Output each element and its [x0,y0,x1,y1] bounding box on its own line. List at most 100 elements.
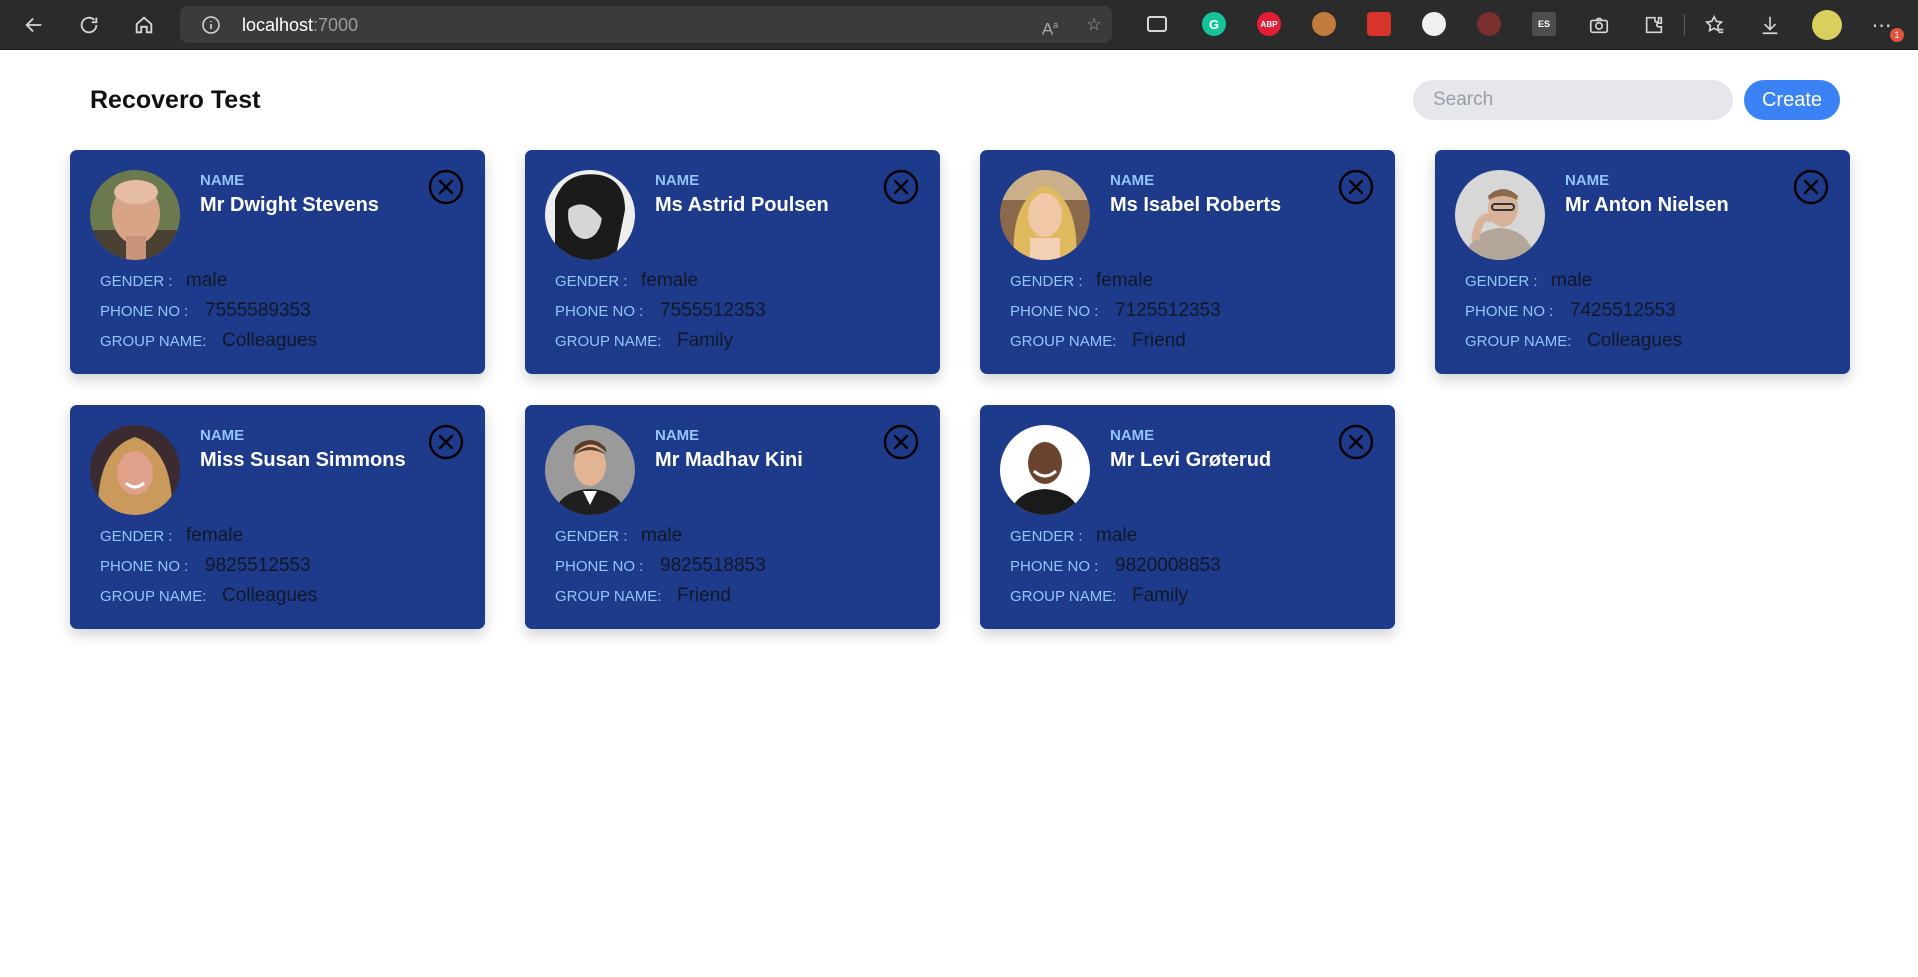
name-label: NAME [1565,172,1610,189]
search-input[interactable] [1413,80,1733,120]
name-label: NAME [200,172,245,189]
browser-toolbar: localhost:7000 Aa ☆ G ABP ES ⋯ 1 [0,0,1918,50]
gender-label: GENDER : [100,528,173,545]
address-bar[interactable]: localhost:7000 Aa ☆ [180,6,1112,43]
name-label: NAME [655,427,700,444]
phone-value: 9825518853 [660,555,766,576]
contact-name: Mr Madhav Kini [655,449,803,471]
phone-value: 7125512353 [1115,300,1221,321]
delete-contact-button[interactable] [428,169,464,205]
phone-label: PHONE NO : [555,303,644,320]
close-circle-icon[interactable] [428,424,464,460]
phone-label: PHONE NO : [100,303,189,320]
group-label: GROUP NAME: [1465,333,1572,350]
close-circle-icon[interactable] [1338,424,1374,460]
home-icon[interactable] [128,9,160,41]
downloads-icon[interactable] [1754,9,1786,41]
contact-card: NAME Mr Levi Grøterud GENDER : male PHON… [980,405,1395,629]
gender-value: female [1096,270,1154,291]
info-icon[interactable] [201,15,221,35]
phone-label: PHONE NO : [1010,303,1099,320]
profile-avatar[interactable] [1812,10,1842,40]
dark-reader-icon[interactable] [1422,12,1446,36]
delete-contact-button[interactable] [883,424,919,460]
avatar [1455,170,1545,260]
toolbar-divider [1684,14,1685,36]
adblock-plus-icon[interactable]: ABP [1257,12,1281,36]
phone-value: 9825512553 [205,555,311,576]
group-label: GROUP NAME: [555,588,662,605]
close-circle-icon[interactable] [1338,169,1374,205]
gender-value: female [641,270,699,291]
gender-value: male [641,525,683,546]
gender-label: GENDER : [100,273,173,290]
create-button[interactable]: Create [1744,80,1840,120]
avatar [90,170,180,260]
gender-label: GENDER : [1010,273,1083,290]
extensions-icon[interactable] [1638,9,1670,41]
delete-contact-button[interactable] [1338,169,1374,205]
contact-name: Ms Astrid Poulsen [655,194,829,216]
contact-name: Mr Anton Nielsen [1565,194,1729,216]
phone-label: PHONE NO : [1010,558,1099,575]
group-label: GROUP NAME: [100,588,207,605]
group-label: GROUP NAME: [1010,333,1117,350]
name-label: NAME [1110,427,1155,444]
gender-label: GENDER : [1465,273,1538,290]
group-value: Colleagues [222,585,318,606]
close-circle-icon[interactable] [428,169,464,205]
contact-card: NAME Miss Susan Simmons GENDER : female … [70,405,485,629]
read-aloud-icon[interactable]: Aa [1038,13,1062,39]
refresh-icon[interactable] [73,9,105,41]
contact-card: NAME Mr Anton Nielsen GENDER : male PHON… [1435,150,1850,374]
paint-extension-icon[interactable] [1367,12,1391,36]
delete-contact-button[interactable] [1338,424,1374,460]
phone-label: PHONE NO : [1465,303,1554,320]
phone-label: PHONE NO : [100,558,189,575]
phone-value: 9820008853 [1115,555,1221,576]
avatar [1000,425,1090,515]
es-extension-icon[interactable]: ES [1532,12,1556,36]
camera-icon[interactable] [1583,9,1615,41]
name-label: NAME [655,172,700,189]
contact-card: NAME Ms Isabel Roberts GENDER : female P… [980,150,1395,374]
split-screen-icon[interactable] [1147,16,1167,32]
gender-value: male [1096,525,1138,546]
gender-label: GENDER : [555,273,628,290]
phone-value: 7425512553 [1570,300,1676,321]
gender-value: female [186,525,244,546]
notification-badge: 1 [1890,28,1904,42]
group-value: Colleagues [222,330,318,351]
delete-contact-button[interactable] [1793,169,1829,205]
contact-name: Mr Dwight Stevens [200,194,379,216]
add-favorite-icon[interactable]: ☆ [1082,13,1106,37]
avatar [545,170,635,260]
contact-card: NAME Ms Astrid Poulsen GENDER : female P… [525,150,940,374]
favorites-icon[interactable] [1699,9,1731,41]
close-circle-icon[interactable] [1793,169,1829,205]
grammarly-icon[interactable]: G [1202,12,1226,36]
address-url[interactable]: localhost:7000 [242,15,358,36]
close-circle-icon[interactable] [883,424,919,460]
contact-name: Ms Isabel Roberts [1110,194,1282,216]
close-circle-icon[interactable] [883,169,919,205]
avatar [90,425,180,515]
group-label: GROUP NAME: [100,333,207,350]
group-value: Friend [677,585,731,606]
name-label: NAME [200,427,245,444]
contact-card: NAME Mr Dwight Stevens GENDER : male PHO… [70,150,485,374]
gender-label: GENDER : [1010,528,1083,545]
group-value: Colleagues [1587,330,1683,351]
delete-contact-button[interactable] [428,424,464,460]
spy-glasses-icon[interactable] [1477,12,1501,36]
phone-label: PHONE NO : [555,558,644,575]
contact-name: Mr Levi Grøterud [1110,449,1272,471]
delete-contact-button[interactable] [883,169,919,205]
group-value: Family [677,330,733,351]
avatar [1000,170,1090,260]
back-icon[interactable] [18,9,50,41]
avatar [545,425,635,515]
name-label: NAME [1110,172,1155,189]
group-value: Friend [1132,330,1186,351]
cookie-icon[interactable] [1312,12,1336,36]
